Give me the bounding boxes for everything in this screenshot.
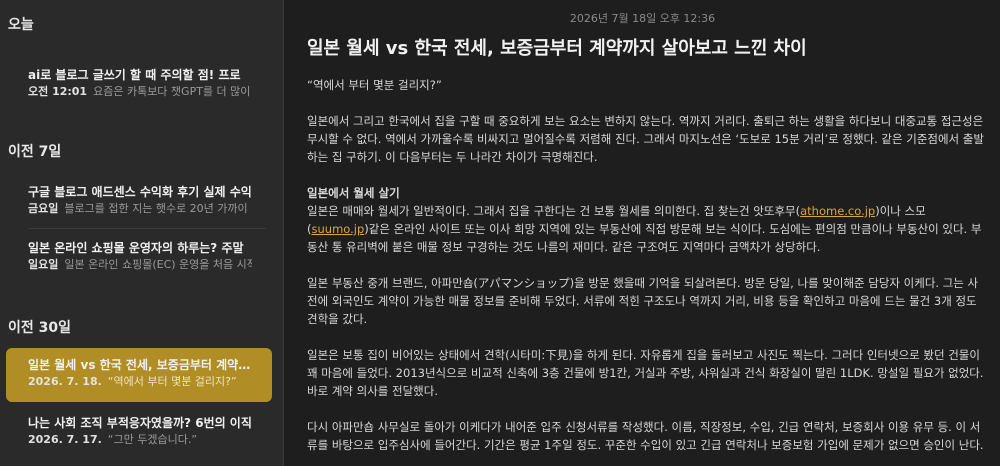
note-date: 금요일 [28,202,59,215]
note-date: 오전 12:01 [28,85,88,98]
note-preview: 요즘은 카톡보다 챗GPT를 더 많이 [93,85,251,98]
section-header-previous-30-days: 이전 30일 [8,320,71,336]
note-title: 구글 블로그 애드센스 수익화 후기 실제 수익 [28,185,252,199]
list-divider [28,228,266,229]
note-heading[interactable]: 일본 월세 vs 한국 전세, 보증금부터 계약까지 살아보고 느낀 차이 [307,34,987,60]
note-preview: 블로그를 접한 지는 햇수로 20년 가까이 [64,202,248,215]
section-header-today: 오늘 [8,17,34,33]
note-date: 2026. 7. 17. [28,433,102,446]
paragraph: 일본에서 그리고 한국에서 집을 구할 때 중요하게 보는 요소는 변하지 않는… [307,114,984,164]
note-title: 일본 온라인 쇼핑몰 운영자의 하루는? 주말 [28,241,244,255]
note-title: ai로 블로그 글쓰기 할 때 주의할 점! 프로 [28,68,241,82]
note-body[interactable]: “역에서 부터 몇분 걸리지?” 일본에서 그리고 한국에서 집을 구할 때 중… [307,76,987,466]
section-header-previous-7-days: 이전 7일 [8,144,62,160]
note-list-item[interactable]: 나는 사회 조직 부적응자였을까? 6번의 이직 2026. 7. 17. “그만… [6,406,272,460]
note-title: 일본 월세 vs 한국 전세, 보증금부터 계약까지 [28,358,252,372]
paragraph: 일본은 보통 집이 비어있는 상태에서 견학(시타미:下見)을 하게 된다. 자… [307,348,984,398]
note-date: 일요일 [28,258,59,271]
note-timestamp: 2026년 7월 18일 오후 12:36 [569,12,716,25]
note-editor[interactable]: 2026년 7월 18일 오후 12:36 일본 월세 vs 한국 전세, 보증… [285,0,1000,466]
paragraph: “역에서 부터 몇분 걸리지?” [307,78,442,92]
athome-link[interactable]: athome.co.jp [800,204,875,218]
paragraph: 일본에서 월세 살기 일본은 매매와 월세가 일반적이다. 그래서 집을 구한다… [307,184,987,256]
note-list-item[interactable]: ai로 블로그 글쓰기 할 때 주의할 점! 프로 오전 12:01 요즘은 카톡… [6,58,272,112]
paragraph: 일본 부동산 중개 브랜드, 아파만숍(アパマンショップ)을 방문 했을때 기억… [307,276,979,326]
note-list-item-selected[interactable]: 일본 월세 vs 한국 전세, 보증금부터 계약까지 2026. 7. 18. “… [6,348,272,402]
note-title: 나는 사회 조직 부적응자였을까? 6번의 이직 [28,416,252,430]
note-date: 2026. 7. 18. [28,375,102,388]
paragraph: 다시 아파만숍 사무실로 돌아가 이케다가 내어준 입주 신청서류를 작성했다.… [307,420,984,452]
note-list-item[interactable]: 일본 온라인 쇼핑몰 운영자의 하루는? 주말 일요일 일본 온라인 쇼핑몰(EC… [6,231,272,285]
note-preview: “그만 두겠습니다.” [107,433,198,446]
note-preview: 일본 온라인 쇼핑몰(EC) 운영을 처음 시작 [64,258,252,271]
paragraph-text: 일본은 매매와 월세가 일반적이다. 그래서 집을 구한다는 건 보통 월세를 … [307,204,801,218]
subheading: 일본에서 월세 살기 [307,186,400,200]
notes-sidebar: 오늘 ai로 블로그 글쓰기 할 때 주의할 점! 프로 오전 12:01 요즘은… [0,0,284,466]
note-preview: “역에서 부터 몇분 걸리지?” [107,375,237,388]
suumo-link[interactable]: suumo.jp [312,222,365,236]
paragraph-text: )같은 온라인 사이트 또는 이사 희망 지역에 있는 부동산에 직접 방문해 … [307,222,982,254]
note-list-item[interactable]: 구글 블로그 애드센스 수익화 후기 실제 수익 금요일 블로그를 접한 지는 햇… [6,175,272,229]
